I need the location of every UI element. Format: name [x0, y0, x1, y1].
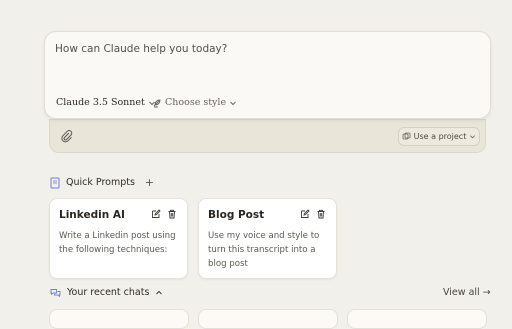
plus-icon[interactable]: + [145, 176, 154, 189]
recent-chats-title: Your recent chats [67, 287, 150, 298]
style-selector[interactable]: Choose style [152, 97, 237, 108]
chevron-down-icon [469, 133, 476, 140]
prompt-card-title: Blog Post [208, 209, 265, 221]
edit-icon[interactable] [300, 209, 310, 219]
chat-bubbles-icon [50, 288, 61, 298]
prompt-card[interactable]: Linkedin AI Write a Linkedin post using … [49, 198, 188, 279]
edit-icon[interactable] [151, 209, 161, 219]
model-selector[interactable]: Claude 3.5 Sonnet [56, 97, 156, 108]
trash-icon[interactable] [167, 209, 177, 219]
style-label: Choose style [165, 97, 227, 108]
prompt-card[interactable]: Blog Post Use my voice and style to turn… [198, 198, 337, 279]
chevron-down-icon [229, 99, 237, 107]
recent-chat-card[interactable] [49, 309, 189, 329]
use-project-button[interactable]: Use a project [398, 127, 480, 146]
prompt-input[interactable] [55, 43, 475, 55]
quick-prompts-header: Quick Prompts + [50, 176, 154, 189]
recent-chat-card[interactable] [347, 309, 487, 329]
book-icon [50, 177, 60, 189]
project-icon [402, 132, 411, 141]
trash-icon[interactable] [316, 209, 326, 219]
composer[interactable]: Claude 3.5 Sonnet Choose style [44, 31, 491, 119]
recent-chats-header[interactable]: Your recent chats [50, 287, 163, 298]
prompt-card-body: Write a Linkedin post using the followin… [59, 231, 176, 255]
feather-pen-icon [152, 98, 162, 108]
project-label: Use a project [413, 132, 467, 141]
quick-prompts-title: Quick Prompts [66, 177, 135, 188]
view-all-link[interactable]: View all → [443, 287, 491, 298]
prompt-card-body: Use my voice and style to turn this tran… [208, 231, 320, 269]
paperclip-icon[interactable] [60, 129, 74, 143]
prompt-card-title: Linkedin AI [59, 209, 125, 221]
model-label: Claude 3.5 Sonnet [56, 97, 145, 108]
recent-chat-card[interactable] [198, 309, 338, 329]
chevron-up-icon[interactable] [155, 289, 163, 297]
